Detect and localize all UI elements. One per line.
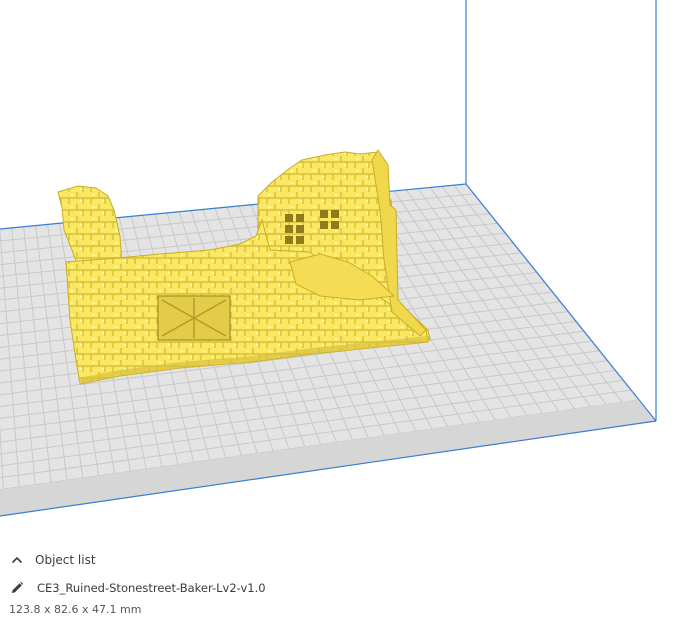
- object-name: CE3_Ruined-Stonestreet-Baker-Lv2-v1.0: [37, 581, 266, 595]
- object-name-row: CE3_Ruined-Stonestreet-Baker-Lv2-v1.0: [10, 578, 266, 598]
- chevron-up-icon[interactable]: [10, 553, 24, 567]
- object-dimensions: 123.8 x 82.6 x 47.1 mm: [9, 603, 142, 616]
- viewport-canvas[interactable]: [0, 0, 684, 622]
- object-list-toggle[interactable]: Object list: [10, 550, 96, 570]
- 3d-viewport[interactable]: [0, 0, 684, 622]
- object-list-label[interactable]: Object list: [35, 553, 96, 567]
- object-panel: Object list CE3_Ruined-Stonestreet-Baker…: [0, 540, 684, 622]
- pencil-icon[interactable]: [10, 581, 24, 595]
